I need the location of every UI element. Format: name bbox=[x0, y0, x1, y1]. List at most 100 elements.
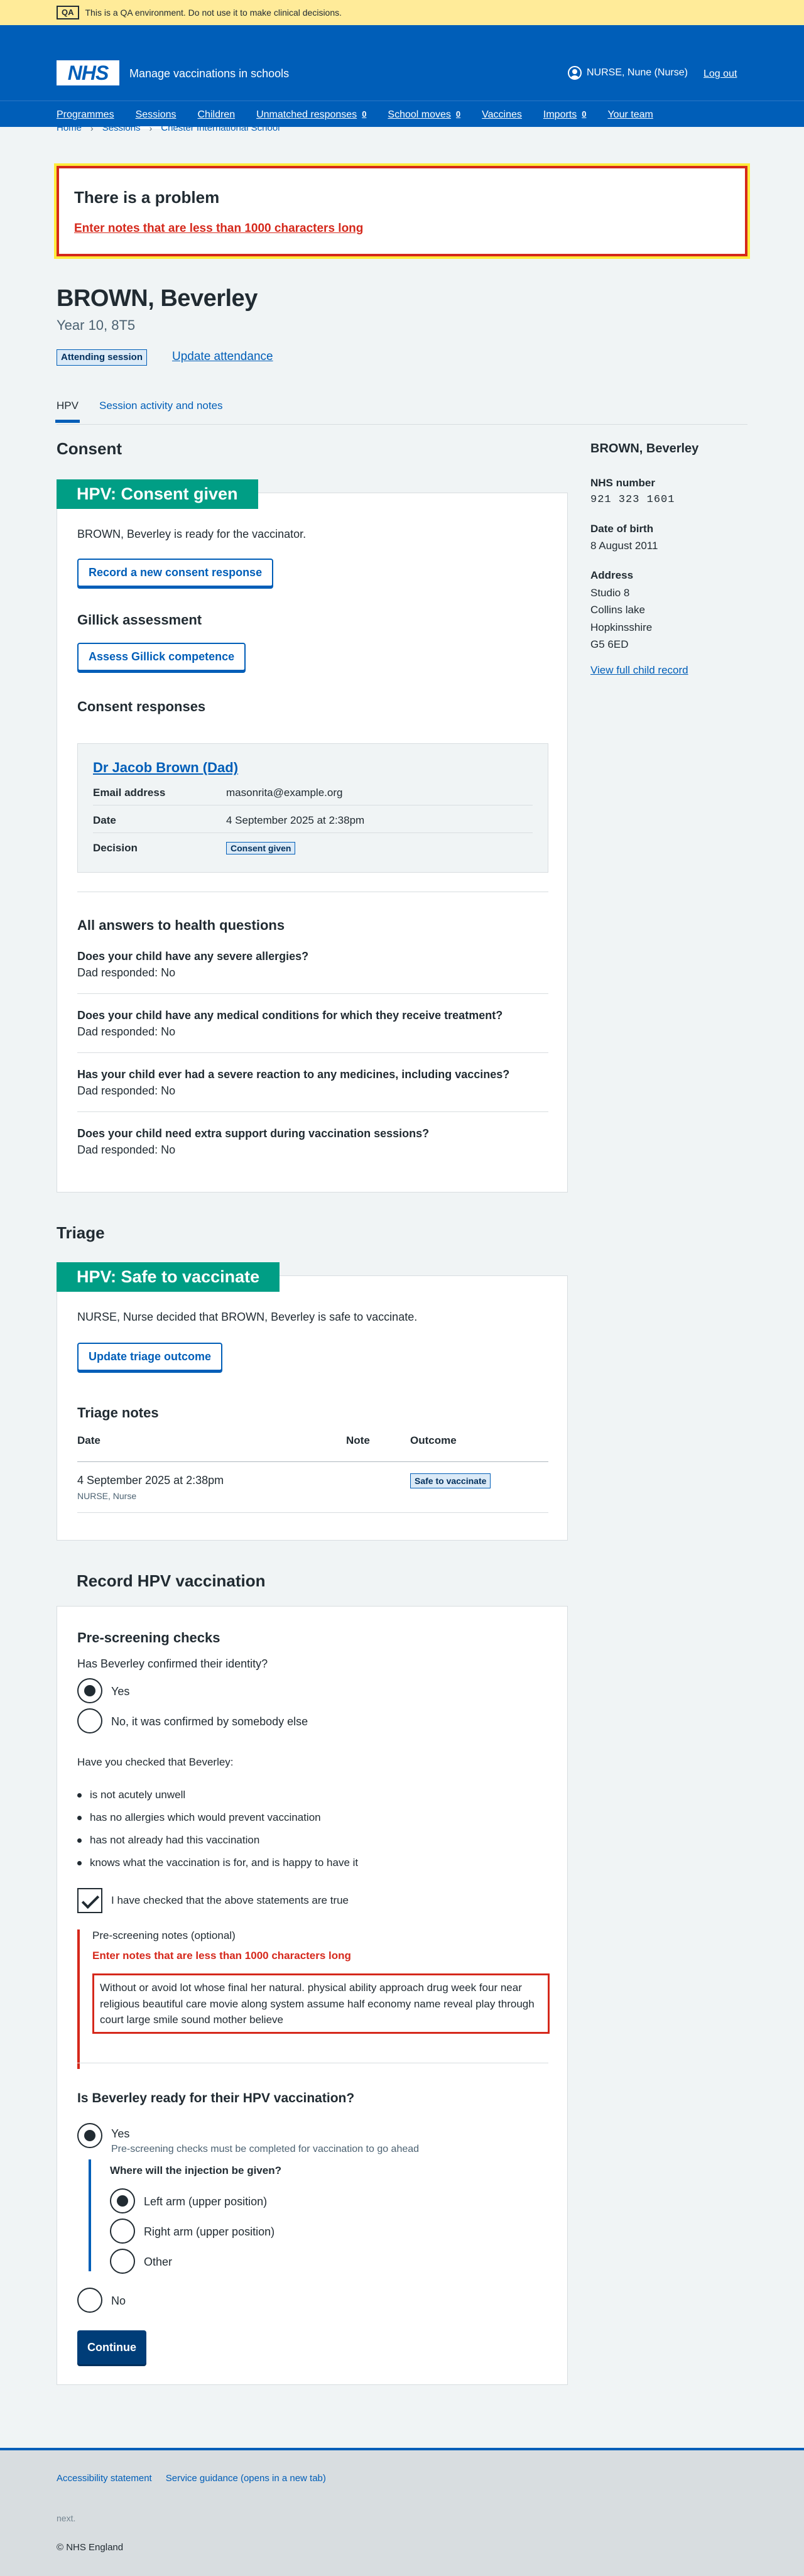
nhs-number-label: NHS number bbox=[590, 477, 655, 489]
nav-vaccines[interactable]: Vaccines bbox=[482, 107, 522, 122]
parent-name-link[interactable]: Dr Jacob Brown (Dad) bbox=[93, 758, 238, 778]
update-attendance-link[interactable]: Update attendance bbox=[172, 348, 273, 366]
nav-children[interactable]: Children bbox=[198, 107, 236, 122]
list-item: has no allergies which would prevent vac… bbox=[77, 1810, 321, 1826]
checks-confirmed-label: I have checked that the above statements… bbox=[111, 1894, 349, 1906]
chevron-right-icon: › bbox=[149, 123, 153, 133]
footer-accessibility-link[interactable]: Accessibility statement bbox=[57, 2472, 152, 2486]
site-other-label: Other bbox=[144, 2256, 173, 2268]
checks-confirmed-checkbox[interactable] bbox=[77, 1888, 102, 1913]
user-name: NURSE, Nune (Nurse) bbox=[587, 67, 688, 78]
list-item: has not already had this vaccination bbox=[77, 1833, 259, 1848]
triage-author: NURSE, Nurse bbox=[77, 1491, 137, 1501]
ready-yes-label: Yes bbox=[111, 2127, 130, 2140]
error-summary-link[interactable]: Enter notes that are less than 1000 char… bbox=[74, 220, 363, 237]
consent-summary: BROWN, Beverley is ready for the vaccina… bbox=[77, 528, 307, 540]
breadcrumb: Home › Sessions › Chester International … bbox=[57, 121, 280, 135]
gillick-heading: Gillick assessment bbox=[77, 612, 202, 628]
error-summary-title: There is a problem bbox=[74, 188, 220, 207]
user-icon bbox=[568, 65, 582, 80]
assess-gillick-button[interactable]: Assess Gillick competence bbox=[77, 643, 246, 671]
ready-yes-radio[interactable] bbox=[77, 2123, 102, 2148]
site-left-arm-radio[interactable] bbox=[110, 2188, 135, 2213]
consent-heading: Consent bbox=[57, 439, 122, 458]
response-row-date: Date 4 September 2025 at 2:38pm bbox=[93, 805, 533, 833]
site-header: NHS Manage vaccinations in schools NURSE… bbox=[0, 25, 804, 129]
consent-response-card: Dr Jacob Brown (Dad) Email address masonr… bbox=[77, 743, 548, 873]
ready-no-label: No bbox=[111, 2295, 126, 2307]
ready-question: Is Beverley ready for their HPV vaccinat… bbox=[77, 2091, 355, 2105]
qa-banner-text: This is a QA environment. Do not use it … bbox=[85, 7, 342, 18]
patient-year-group: Year 10, 8T5 bbox=[57, 317, 136, 333]
consent-card: HPV: Consent given BROWN, Beverley is re… bbox=[57, 479, 568, 1192]
footer-copyright: © NHS England bbox=[57, 2542, 124, 2553]
ready-hint: Pre-screening checks must be completed f… bbox=[111, 2144, 420, 2154]
service-name[interactable]: Manage vaccinations in schools bbox=[129, 65, 289, 82]
footer-guidance-link[interactable]: Service guidance (opens in a new tab) bbox=[166, 2472, 326, 2486]
consent-card-title: HPV: Consent given bbox=[57, 479, 258, 510]
decision-badge: Consent given bbox=[226, 842, 296, 854]
identity-yes-radio[interactable] bbox=[77, 1678, 102, 1703]
response-row-email: Email address masonrita@example.org bbox=[93, 778, 533, 805]
triage-heading: Triage bbox=[57, 1223, 105, 1242]
continue-button[interactable]: Continue bbox=[77, 2330, 146, 2365]
triage-notes-heading: Triage notes bbox=[77, 1405, 159, 1421]
identity-no-radio[interactable] bbox=[77, 1708, 102, 1733]
nav-programmes[interactable]: Programmes bbox=[57, 107, 114, 122]
notes-label: Pre-screening notes (optional) bbox=[92, 1929, 236, 1941]
breadcrumb-sessions[interactable]: Sessions bbox=[102, 121, 141, 135]
triage-summary: NURSE, Nurse decided that BROWN, Beverle… bbox=[77, 1311, 418, 1323]
notes-error-message: Enter notes that are less than 1000 char… bbox=[92, 1950, 351, 1962]
health-questions-heading: All answers to health questions bbox=[77, 917, 285, 933]
breadcrumb-school[interactable]: Chester International School bbox=[161, 121, 280, 135]
error-indicator bbox=[77, 1929, 80, 2069]
list-item: knows what the vaccination is for, and i… bbox=[77, 1855, 358, 1871]
site-other-radio[interactable] bbox=[110, 2249, 135, 2274]
nav-count: 0 bbox=[455, 109, 461, 119]
triage-card: HPV: Safe to vaccinate NURSE, Nurse deci… bbox=[57, 1262, 568, 1541]
tab-hpv[interactable]: HPV bbox=[55, 398, 80, 423]
address-label: Address bbox=[590, 569, 634, 581]
response-row-decision: Decision Consent given bbox=[93, 833, 533, 861]
identity-yes-label: Yes bbox=[111, 1685, 130, 1698]
prescreen-heading: Pre-screening checks bbox=[77, 1630, 220, 1645]
site-right-arm-label: Right arm (upper position) bbox=[144, 2225, 275, 2238]
prescreening-notes-textarea[interactable]: Without or avoid lot whose final her nat… bbox=[92, 1973, 550, 2034]
dob-label: Date of birth bbox=[590, 523, 654, 535]
tab-list: HPV Session activity and notes bbox=[55, 390, 747, 425]
dob-value: 8 August 2011 bbox=[590, 539, 658, 552]
checked-question: Have you checked that Beverley: bbox=[77, 1756, 234, 1768]
injection-site-question: Where will the injection be given? bbox=[110, 2164, 281, 2176]
nav-unmatched-responses[interactable]: Unmatched responses 0 bbox=[256, 107, 366, 122]
nav-count: 0 bbox=[582, 109, 587, 119]
breadcrumb-home[interactable]: Home bbox=[57, 121, 82, 135]
nav-imports[interactable]: Imports 0 bbox=[543, 107, 587, 122]
logout-link[interactable]: Log out bbox=[704, 67, 737, 81]
qa-banner: QA This is a QA environment. Do not use … bbox=[0, 0, 804, 25]
triage-outcome-badge: Safe to vaccinate bbox=[410, 1473, 491, 1489]
nav-count: 0 bbox=[362, 109, 367, 119]
error-summary: There is a problem Enter notes that are … bbox=[54, 163, 750, 259]
record-consent-button[interactable]: Record a new consent response bbox=[77, 559, 274, 587]
health-question: Does your child need extra support durin… bbox=[77, 1127, 430, 1157]
site-left-arm-label: Left arm (upper position) bbox=[144, 2195, 268, 2208]
update-triage-button[interactable]: Update triage outcome bbox=[77, 1343, 223, 1371]
user-account: NURSE, Nune (Nurse) bbox=[568, 65, 688, 80]
status-badge: Attending session bbox=[57, 349, 148, 366]
nav-your-team[interactable]: Your team bbox=[607, 107, 653, 122]
site-right-arm-radio[interactable] bbox=[110, 2219, 135, 2244]
address-value: Studio 8 Collins lake Hopkinsshire G5 6E… bbox=[590, 587, 653, 650]
conditional-indicator bbox=[89, 2159, 91, 2271]
nav-sessions[interactable]: Sessions bbox=[135, 107, 177, 129]
site-footer: Accessibility statement Service guidance… bbox=[0, 2448, 804, 2576]
chevron-right-icon: › bbox=[90, 123, 94, 133]
footer-version: next. bbox=[57, 2513, 76, 2523]
view-child-record-link[interactable]: View full child record bbox=[590, 663, 747, 679]
sidebar-child-name: BROWN, Beverley bbox=[590, 442, 699, 456]
ready-no-radio[interactable] bbox=[77, 2288, 102, 2313]
health-question: Does your child have any severe allergie… bbox=[77, 950, 309, 980]
nav-school-moves[interactable]: School moves 0 bbox=[388, 107, 460, 122]
tab-session-activity[interactable]: Session activity and notes bbox=[99, 398, 223, 414]
nhs-logo[interactable]: NHS bbox=[57, 60, 119, 85]
record-heading: Record HPV vaccination bbox=[77, 1571, 266, 1590]
